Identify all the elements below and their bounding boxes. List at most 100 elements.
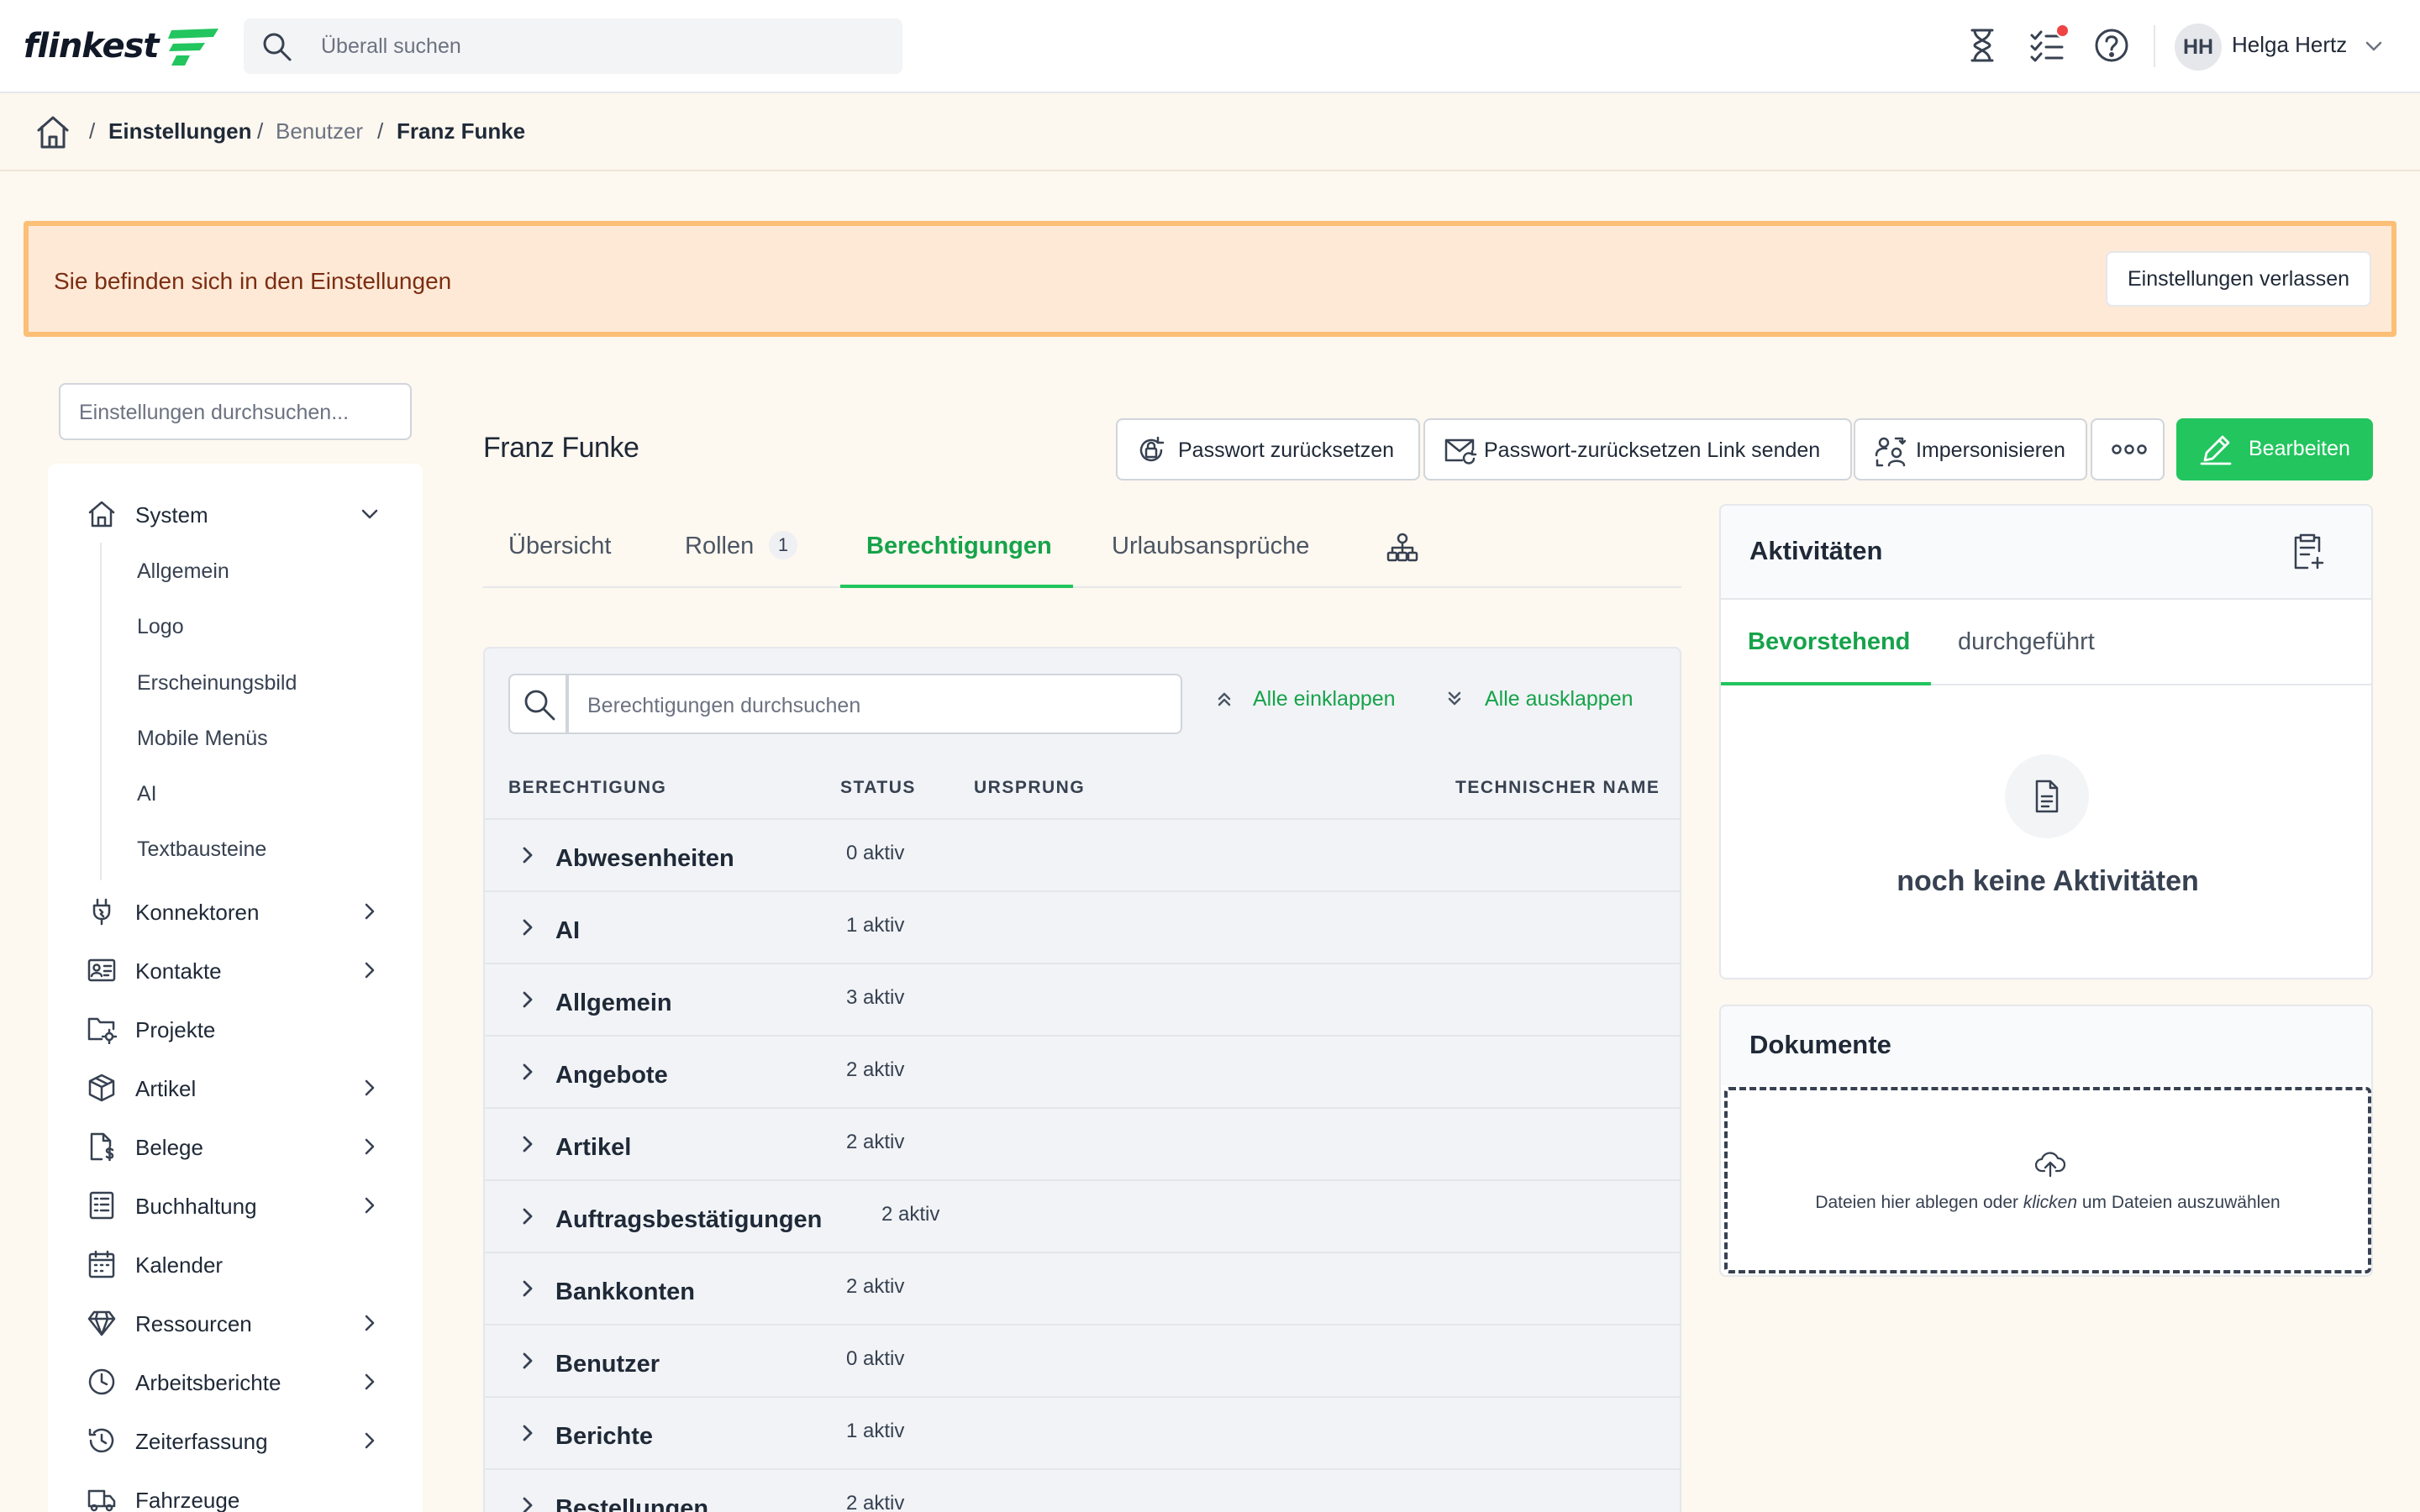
chevron-down-icon [361, 509, 378, 519]
permission-status: 2 aktiv [846, 1058, 905, 1081]
chevron-right-icon[interactable] [517, 989, 539, 1011]
table-row[interactable]: Allgemein 3 aktiv [485, 963, 1680, 1035]
table-row[interactable]: Abwesenheiten 0 aktiv [485, 818, 1680, 890]
tab-roles[interactable]: Rollen [685, 533, 754, 560]
permissions-search-input[interactable]: Berechtigungen durchsuchen [567, 674, 1182, 734]
user-switch-icon [1875, 437, 1907, 467]
chevron-right-icon[interactable] [517, 1278, 539, 1299]
sidebar-subitem-appearance[interactable]: Erscheinungsbild [137, 671, 297, 696]
document-icon [2035, 780, 2059, 813]
column-header-status[interactable]: STATUS [840, 778, 916, 798]
app-logo[interactable]: flinkest [24, 24, 218, 71]
chevron-right-icon[interactable] [517, 916, 539, 938]
sidebar-item-vehicles[interactable]: Fahrzeuge [48, 1474, 423, 1512]
sidebar-item-articles[interactable]: Artikel [48, 1063, 423, 1113]
dropzone-click-link[interactable]: klicken [2023, 1193, 2077, 1212]
impersonate-button[interactable]: Impersonisieren [1854, 418, 2087, 480]
home-icon[interactable] [35, 113, 71, 150]
tab-overview[interactable]: Übersicht [508, 533, 612, 560]
sidebar-subitem-text-modules[interactable]: Textbausteine [137, 837, 266, 862]
table-row[interactable]: Angebote 2 aktiv [485, 1035, 1680, 1107]
sidebar-item-connectors[interactable]: Konnektoren [48, 886, 423, 937]
folder-gear-icon [87, 1017, 117, 1044]
chevron-down-icon[interactable] [2363, 35, 2385, 57]
reset-password-button[interactable]: Passwort zurücksetzen [1116, 418, 1420, 480]
chevron-right-icon[interactable] [517, 1494, 539, 1512]
permissions-search-button[interactable] [508, 674, 567, 734]
expand-all-icon [1448, 691, 1461, 706]
chevron-right-icon[interactable] [517, 1061, 539, 1083]
org-chart-icon[interactable] [1386, 531, 1419, 564]
permission-name: Abwesenheiten [555, 845, 734, 872]
user-name[interactable]: Helga Hertz [2232, 32, 2347, 58]
permission-status: 0 aktiv [846, 842, 905, 864]
chevron-right-icon[interactable] [517, 1350, 539, 1372]
permission-name: Berichte [555, 1423, 654, 1450]
table-row[interactable]: Bestellungen 2 aktiv [485, 1468, 1680, 1512]
settings-search-input[interactable]: Einstellungen durchsuchen... [59, 383, 412, 440]
breadcrumb-settings[interactable]: Einstellungen [108, 118, 251, 144]
sidebar-subitem-ai[interactable]: AI [137, 782, 157, 806]
breadcrumb-separator: / [89, 118, 96, 144]
sidebar-item-contacts[interactable]: Kontakte [48, 945, 423, 995]
table-row[interactable]: Bankkonten 2 aktiv [485, 1252, 1680, 1324]
more-actions-button[interactable] [2091, 418, 2165, 480]
sidebar-item-label: Fahrzeuge [135, 1488, 240, 1512]
tab-upcoming[interactable]: Bevorstehend [1748, 628, 1910, 656]
breadcrumb-separator: / [377, 118, 384, 144]
send-reset-link-button[interactable]: Passwort-zurücksetzen Link senden [1423, 418, 1852, 480]
sidebar-item-receipts[interactable]: Belege [48, 1121, 423, 1172]
sidebar-item-projects[interactable]: Projekte [48, 1004, 423, 1054]
table-row[interactable]: Artikel 2 aktiv [485, 1107, 1680, 1179]
expand-all-button[interactable]: Alle ausklappen [1485, 687, 1634, 711]
table-row[interactable]: Auftragsbestätigungen 2 aktiv [485, 1179, 1680, 1252]
search-icon [263, 33, 292, 61]
tab-vacation[interactable]: Urlaubsansprüche [1112, 533, 1309, 560]
banner-text: Sie befinden sich in den Einstellungen [54, 268, 452, 294]
permission-status: 2 aktiv [881, 1203, 940, 1226]
add-activity-icon[interactable] [2289, 533, 2326, 571]
sidebar-item-system[interactable]: System [48, 489, 423, 539]
sidebar-item-accounting[interactable]: Buchhaltung [48, 1180, 423, 1231]
tab-done[interactable]: durchgeführt [1958, 628, 2095, 656]
breadcrumb-users[interactable]: Benutzer [276, 118, 363, 144]
document-dollar-icon [90, 1132, 114, 1162]
global-search-input[interactable]: Überall suchen [244, 18, 902, 74]
sidebar-item-resources[interactable]: Ressourcen [48, 1298, 423, 1348]
sidebar-item-work-reports[interactable]: Arbeitsberichte [48, 1357, 423, 1407]
permission-name: Auftragsbestätigungen [555, 1206, 823, 1233]
sidebar-item-label: Kontakte [135, 958, 222, 984]
home-icon [88, 501, 115, 528]
hourglass-icon[interactable] [1963, 26, 2002, 65]
table-row[interactable]: Berichte 1 aktiv [485, 1396, 1680, 1468]
collapse-all-button[interactable]: Alle einklappen [1253, 687, 1396, 711]
chevron-right-icon[interactable] [517, 1205, 539, 1227]
sidebar-item-time-tracking[interactable]: Zeiterfassung [48, 1415, 423, 1466]
sidebar-subitem-general[interactable]: Allgemein [137, 559, 229, 584]
chevron-right-icon[interactable] [517, 1422, 539, 1444]
edit-button[interactable]: Bearbeiten [2176, 418, 2373, 480]
sidebar-item-label: Artikel [135, 1076, 197, 1101]
avatar[interactable]: HH [2175, 24, 2222, 71]
sidebar-subitem-logo[interactable]: Logo [137, 615, 184, 639]
sidebar-item-calendar[interactable]: Kalender [48, 1239, 423, 1289]
user-tabs: Übersicht Rollen 1 Berechtigungen Urlaub… [483, 521, 1681, 588]
tab-permissions[interactable]: Berechtigungen [866, 533, 1052, 560]
table-row[interactable]: AI 1 aktiv [485, 890, 1680, 963]
chevron-right-icon[interactable] [517, 1133, 539, 1155]
file-dropzone[interactable]: Dateien hier ablegen oder klicken um Dat… [1724, 1087, 2371, 1273]
leave-settings-button[interactable]: Einstellungen verlassen [2106, 251, 2371, 307]
sidebar-item-label: Arbeitsberichte [135, 1370, 281, 1395]
chevron-right-icon [365, 1315, 375, 1331]
chevron-right-icon[interactable] [517, 844, 539, 866]
chevron-right-icon [365, 1432, 375, 1449]
sidebar-subitem-mobile-menus[interactable]: Mobile Menüs [137, 727, 268, 751]
plug-icon [92, 898, 111, 926]
column-header-origin[interactable]: URSPRUNG [974, 778, 1085, 798]
help-icon[interactable] [2092, 26, 2131, 65]
collapse-all-icon [1218, 692, 1231, 706]
contact-card-icon [87, 958, 116, 982]
column-header-technical-name[interactable]: TECHNISCHER NAME [1455, 778, 1660, 798]
column-header-permission[interactable]: BERECHTIGUNG [508, 778, 666, 798]
table-row[interactable]: Benutzer 0 aktiv [485, 1324, 1680, 1396]
